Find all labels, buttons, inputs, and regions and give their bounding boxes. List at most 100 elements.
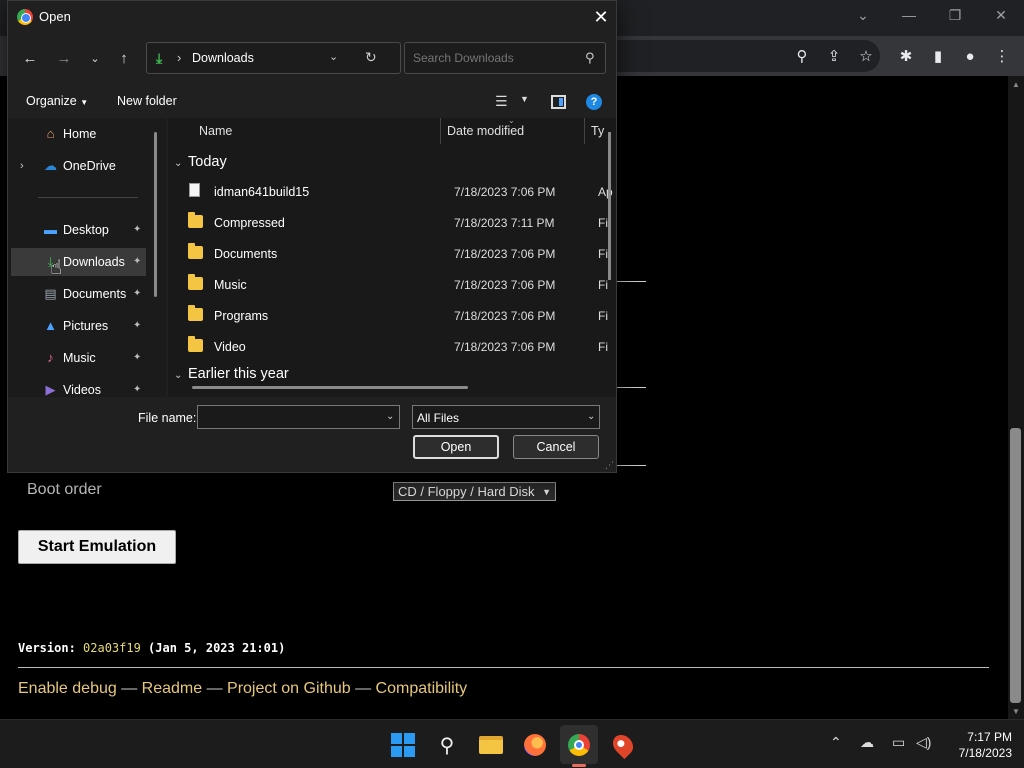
boot-order-select[interactable]: CD / Floppy / Hard Disk ▼ (393, 482, 556, 501)
taskbar-clock[interactable]: 7:17 PM 7/18/2023 (942, 729, 1012, 761)
pin-icon[interactable]: ✦ (133, 288, 141, 299)
nav-item-label: Videos (63, 383, 101, 397)
search-icon: ⚲ (585, 50, 595, 65)
address-bar[interactable]: ⤓ › Downloads ⌄ ↻ (146, 42, 401, 74)
readme-link[interactable]: Readme (142, 680, 202, 697)
file-type: Fi (598, 278, 608, 292)
file-row[interactable]: idman641build15 7/18/2023 7:06 PM Ap (168, 177, 616, 205)
file-explorer-icon[interactable] (476, 730, 506, 760)
column-header-name[interactable]: Name (199, 124, 232, 138)
nav-item-documents[interactable]: ▤ Documents ✦ (11, 280, 146, 308)
version-date: (Jan 5, 2023 21:01) (140, 641, 286, 655)
file-row[interactable]: Video 7/18/2023 7:06 PM Fi (168, 332, 616, 360)
file-row[interactable]: Music 7/18/2023 7:06 PM Fi (168, 270, 616, 298)
chrome-icon[interactable] (564, 730, 594, 760)
file-list-vertical-scrollbar[interactable] (608, 132, 611, 280)
pin-icon[interactable]: ✦ (133, 320, 141, 331)
page-scroll-thumb[interactable] (1010, 428, 1021, 703)
folder-icon (188, 336, 203, 352)
link-separator: — (202, 680, 228, 697)
nav-item-desktop[interactable]: ▬ Desktop ✦ (11, 216, 146, 244)
network-icon[interactable]: ▭ (892, 734, 905, 751)
compatibility-link[interactable]: Compatibility (376, 680, 468, 697)
tab-search-icon[interactable]: ⌄ (848, 4, 878, 26)
nav-item-music[interactable]: ♪ Music ✦ (11, 344, 146, 372)
back-arrow-icon[interactable]: ← (17, 45, 43, 71)
clock-date: 7/18/2023 (958, 746, 1012, 760)
file-row[interactable]: Programs 7/18/2023 7:06 PM Fi (168, 301, 616, 329)
file-row[interactable]: Documents 7/18/2023 7:06 PM Fi (168, 239, 616, 267)
organize-button[interactable]: Organize ▼ (26, 94, 88, 108)
new-folder-button[interactable]: New folder (117, 94, 177, 108)
restore-icon[interactable]: ❐ (940, 4, 970, 26)
show-hidden-icons-chevron-icon[interactable]: ⌃ (830, 734, 842, 751)
cancel-button[interactable]: Cancel (513, 435, 599, 459)
menu-icon[interactable]: ⋮ (990, 44, 1014, 68)
pin-icon[interactable]: ✦ (133, 224, 141, 235)
file-row[interactable]: Compressed 7/18/2023 7:11 PM Fi (168, 208, 616, 236)
column-header-type[interactable]: Ty (591, 124, 604, 138)
column-divider[interactable] (440, 118, 441, 144)
github-link[interactable]: Project on Github (227, 680, 351, 697)
share-icon[interactable]: ⇪ (822, 44, 846, 68)
bookmark-star-icon[interactable]: ☆ (854, 44, 878, 68)
group-header-earlier[interactable]: ⌄ Earlier this year (174, 366, 289, 382)
file-list-horizontal-scrollbar[interactable] (192, 386, 468, 389)
file-type-filter-select[interactable]: All Files ⌄ (412, 405, 600, 429)
start-emulation-button[interactable]: Start Emulation (18, 530, 176, 564)
help-icon[interactable]: ? (586, 94, 602, 110)
file-type: Fi (598, 247, 608, 261)
open-button[interactable]: Open (413, 435, 499, 459)
nav-item-home[interactable]: ⌂ Home (11, 120, 146, 148)
view-options-icon[interactable]: ☰ (495, 93, 508, 110)
enable-debug-link[interactable]: Enable debug (18, 680, 117, 697)
file-name-input[interactable] (202, 410, 380, 424)
up-arrow-icon[interactable]: ↑ (111, 45, 137, 71)
file-type: Fi (598, 216, 608, 230)
pin-icon[interactable]: ✦ (133, 352, 141, 363)
navigation-pane: ⌂ Home › ☁ OneDrive ▬ Desktop ✦ ⤓ Downlo… (8, 118, 166, 397)
nav-pane-scrollbar[interactable] (154, 132, 157, 297)
chevron-down-icon[interactable]: ⌄ (386, 411, 394, 422)
profile-icon[interactable]: ● (958, 44, 982, 68)
file-date: 7/18/2023 7:11 PM (454, 216, 555, 230)
side-panel-icon[interactable]: ▮ (926, 44, 950, 68)
chevron-down-icon[interactable]: ▼ (520, 94, 529, 104)
preview-pane-icon[interactable] (551, 95, 566, 109)
taskbar-search-icon[interactable]: ⚲ (432, 730, 462, 760)
taskbar: ⚲ ⌃ ☁ ▭ ◁) 7:17 PM 7/18/2023 (0, 719, 1024, 768)
chevron-down-icon[interactable]: ⌄ (329, 50, 338, 63)
refresh-icon[interactable]: ↻ (365, 49, 377, 66)
documents-icon: ▤ (44, 286, 57, 301)
scroll-down-icon[interactable]: ▼ (1008, 705, 1024, 719)
nav-item-pictures[interactable]: ▲ Pictures ✦ (11, 312, 146, 340)
nav-item-downloads[interactable]: ⤓ Downloads ✦ (11, 248, 146, 276)
extensions-icon[interactable]: ✱ (894, 44, 918, 68)
nav-item-videos[interactable]: ▶ Videos ✦ (11, 376, 146, 397)
folder-icon (188, 274, 203, 290)
forward-arrow-icon[interactable]: → (51, 45, 77, 71)
file-name-combobox[interactable]: ⌄ (197, 405, 400, 429)
resize-grip-icon[interactable]: ⋰ (605, 460, 614, 471)
scroll-up-icon[interactable]: ▲ (1008, 78, 1024, 92)
pin-icon[interactable]: ✦ (133, 384, 141, 395)
hand-cursor-icon: ☝ (50, 257, 63, 279)
onedrive-offline-icon[interactable]: ☁ (860, 734, 874, 751)
search-box[interactable]: ⚲ (404, 42, 606, 74)
pin-icon[interactable]: ✦ (133, 256, 141, 267)
column-header-date[interactable]: Date modified (447, 124, 524, 138)
volume-icon[interactable]: ◁) (916, 734, 931, 751)
recent-locations-chevron-icon[interactable]: ⌄ (82, 45, 108, 71)
zoom-icon[interactable]: ⚲ (790, 44, 814, 68)
close-window-icon[interactable]: ✕ (986, 4, 1016, 26)
maps-pin-icon[interactable] (608, 730, 638, 760)
windows-start-icon[interactable] (388, 730, 418, 760)
close-icon[interactable]: ✕ (588, 5, 614, 29)
divider (617, 281, 646, 282)
group-header-today[interactable]: ⌄ Today (174, 154, 227, 170)
nav-item-onedrive[interactable]: ☁ OneDrive (11, 152, 146, 180)
firefox-icon[interactable] (520, 730, 550, 760)
minimize-icon[interactable]: — (894, 4, 924, 26)
search-input[interactable] (413, 51, 583, 65)
column-divider[interactable] (584, 118, 585, 144)
